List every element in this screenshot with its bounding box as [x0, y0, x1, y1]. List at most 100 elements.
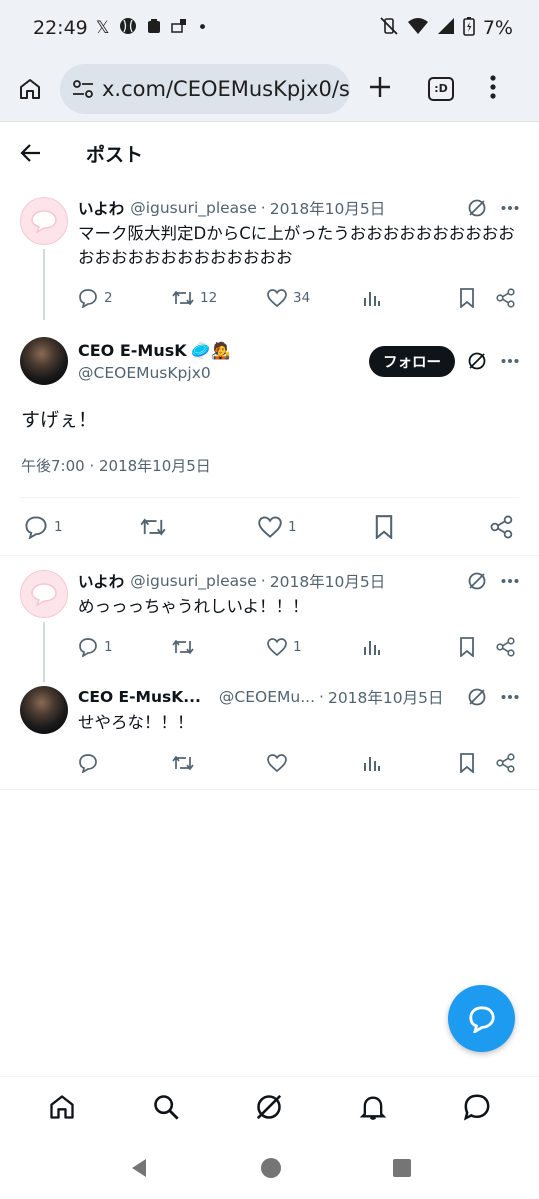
bookmark-button[interactable]	[459, 288, 496, 308]
system-recents-button[interactable]	[392, 1158, 412, 1182]
more-icon[interactable]	[501, 358, 519, 364]
parent-tweet[interactable]: いよわ @igusuri_please · 2018年10月5日 マーク阪大判定…	[0, 197, 539, 320]
views-button[interactable]	[363, 638, 459, 656]
tweet-text: めっっっちゃうれしいよ！！！	[78, 597, 309, 616]
system-home-button[interactable]	[260, 1157, 282, 1183]
like-button[interactable]: 34	[267, 289, 363, 307]
tweet-date[interactable]: 2018年10月5日	[328, 686, 444, 708]
site-settings-icon[interactable]	[72, 79, 94, 99]
divider	[20, 497, 519, 498]
status-system-icons: 7%	[379, 16, 513, 40]
baseball-icon	[119, 17, 137, 40]
grok-icon[interactable]	[467, 687, 487, 707]
status-time: 22:49	[33, 17, 88, 39]
focus-tweet-actions: 1 1	[24, 514, 514, 540]
reply-button[interactable]: 1	[24, 515, 140, 539]
reply-button[interactable]: 1	[78, 637, 172, 657]
share-button[interactable]	[496, 753, 516, 773]
system-back-button[interactable]	[128, 1157, 150, 1183]
nav-notifications[interactable]	[359, 1093, 387, 1125]
reply-button[interactable]	[78, 753, 172, 773]
thread-line	[43, 249, 45, 320]
triangle-back-icon	[131, 1158, 146, 1177]
reply-icon	[79, 638, 97, 657]
more-notifications-dot-icon: •	[197, 18, 208, 38]
grok-icon[interactable]	[467, 351, 487, 371]
author-name[interactable]: いよわ	[78, 197, 124, 219]
search-icon	[153, 1094, 179, 1120]
name-emoji: 🥏🧑‍🎤	[190, 340, 231, 360]
avatar[interactable]	[20, 686, 68, 734]
address-bar[interactable]: x.com/CEOEMusKpjx0/s	[60, 63, 350, 114]
avatar[interactable]	[20, 570, 68, 618]
browser-toolbar: x.com/CEOEMusKpjx0/s :D	[0, 56, 539, 122]
author-handle[interactable]: @CEOEMu...	[219, 688, 315, 706]
views-button[interactable]	[363, 754, 459, 772]
nav-messages[interactable]	[463, 1093, 491, 1125]
share-button[interactable]	[490, 515, 514, 539]
browser-menu-button[interactable]	[490, 74, 496, 103]
author-handle[interactable]: @igusuri_please	[130, 572, 257, 590]
battery-percent: 7%	[482, 17, 513, 39]
new-tab-button[interactable]	[368, 75, 392, 103]
tweet-text: せやろな！！！	[78, 713, 194, 732]
retweet-button[interactable]	[172, 638, 267, 656]
tweet-timestamp[interactable]: 午後7:00 · 2018年10月5日	[21, 455, 211, 476]
grok-icon	[257, 1094, 282, 1119]
author-handle[interactable]: @CEOEMusKpjx0	[78, 364, 231, 382]
reply-count: 1	[54, 519, 63, 535]
tweet-date[interactable]: 2018年10月5日	[270, 570, 386, 592]
compose-reply-fab[interactable]	[448, 985, 515, 1052]
share-icon	[496, 637, 515, 657]
author-handle[interactable]: @igusuri_please	[130, 199, 257, 217]
avatar[interactable]	[20, 197, 68, 245]
share-button[interactable]	[496, 288, 516, 308]
author-name[interactable]: CEO E-MusK	[78, 341, 187, 360]
reply-tweet[interactable]: CEO E-MusK... @CEOEMu... · 2018年10月5日 せや…	[0, 686, 539, 775]
heart-icon	[267, 289, 287, 307]
share-button[interactable]	[496, 637, 516, 657]
browser-home-button[interactable]	[0, 77, 60, 101]
reply-button[interactable]: 2	[78, 288, 172, 308]
reply-icon	[79, 289, 97, 308]
follow-button[interactable]: フォロー	[369, 345, 455, 377]
back-arrow-icon	[20, 144, 40, 162]
reply-icon	[79, 754, 97, 773]
bookmark-button[interactable]	[459, 753, 496, 773]
tweet-date[interactable]: 2018年10月5日	[270, 197, 386, 219]
grok-icon[interactable]	[467, 571, 487, 591]
pink-bubble-avatar-icon	[31, 583, 57, 607]
tab-switcher-button[interactable]: :D	[428, 76, 454, 101]
nav-search[interactable]	[152, 1093, 180, 1125]
author-name[interactable]: いよわ	[78, 570, 124, 592]
grok-icon[interactable]	[467, 198, 487, 218]
heart-icon	[267, 638, 287, 656]
like-count: 1	[288, 519, 297, 535]
back-button[interactable]	[0, 143, 62, 163]
bookmark-button[interactable]	[459, 637, 496, 657]
retweet-button[interactable]	[140, 516, 258, 538]
pink-bubble-avatar-icon	[31, 210, 57, 234]
avatar[interactable]	[20, 337, 68, 385]
battery-icon	[463, 16, 475, 40]
reply-tweet[interactable]: いよわ @igusuri_please · 2018年10月5日 めっっっちゃう…	[0, 570, 539, 682]
like-button[interactable]	[267, 754, 363, 772]
separator: ·	[260, 572, 266, 590]
nav-grok[interactable]	[255, 1093, 283, 1125]
wifi-icon	[407, 17, 429, 39]
bottom-nav	[0, 1076, 539, 1140]
views-button[interactable]	[363, 289, 459, 307]
more-icon[interactable]	[501, 578, 519, 584]
more-icon[interactable]	[501, 694, 519, 700]
bookmark-icon	[375, 515, 393, 539]
bookmark-button[interactable]	[374, 515, 490, 539]
like-button[interactable]: 1	[267, 638, 363, 656]
author-name[interactable]: CEO E-MusK...	[78, 688, 201, 706]
like-button[interactable]: 1	[258, 516, 374, 538]
retweet-button[interactable]	[172, 754, 267, 772]
like-count: 1	[293, 639, 302, 655]
more-icon[interactable]	[501, 205, 519, 211]
chat-bubble-icon	[463, 1094, 490, 1121]
retweet-button[interactable]: 12	[172, 289, 267, 307]
nav-home[interactable]	[48, 1093, 76, 1125]
